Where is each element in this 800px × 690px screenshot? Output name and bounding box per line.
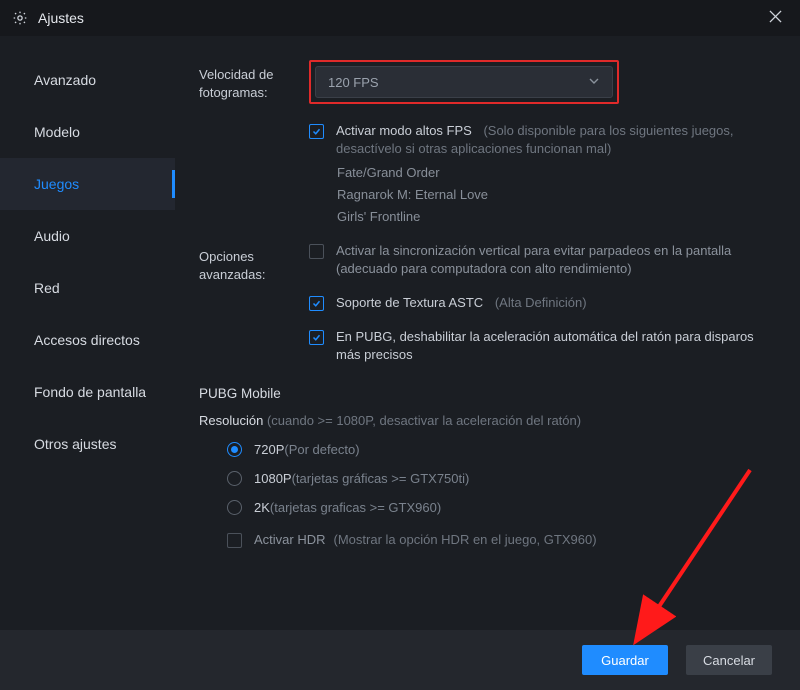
sidebar-item-label: Modelo — [34, 124, 80, 140]
resolution-1080p-hint: (tarjetas gráficas >= GTX750ti) — [292, 471, 470, 486]
resolution-1080p-radio[interactable] — [227, 471, 242, 486]
highfps-block: Activar modo altos FPS (Solo disponible … — [309, 122, 776, 228]
fps-select-value: 120 FPS — [328, 75, 379, 90]
fps-select[interactable]: 120 FPS — [315, 66, 613, 98]
highfps-game: Fate/Grand Order — [337, 162, 776, 184]
sidebar: Avanzado Modelo Juegos Audio Red Accesos… — [0, 36, 175, 630]
astc-hint: (Alta Definición) — [495, 295, 587, 310]
astc-checkbox[interactable] — [309, 296, 324, 311]
hdr-hint: (Mostrar la opción HDR en el juego, GTX9… — [334, 532, 597, 547]
sidebar-item-red[interactable]: Red — [0, 262, 175, 314]
sidebar-item-label: Juegos — [34, 176, 79, 192]
advanced-label: Opciones avanzadas: — [199, 242, 309, 284]
fps-row: Velocidad de fotogramas: 120 FPS — [199, 60, 776, 104]
gear-icon — [12, 10, 28, 26]
main-body: Avanzado Modelo Juegos Audio Red Accesos… — [0, 36, 800, 630]
sidebar-item-label: Avanzado — [34, 72, 96, 88]
resolution-2k-label: 2K — [254, 500, 270, 515]
fps-label: Velocidad de fotogramas: — [199, 60, 309, 102]
astc-label: Soporte de Textura ASTC — [336, 295, 483, 310]
pubg-mouse-line[interactable]: En PUBG, deshabilitar la aceleración aut… — [309, 328, 776, 364]
chevron-down-icon — [588, 75, 600, 90]
window-title: Ajustes — [38, 10, 84, 26]
advanced-row: Opciones avanzadas: Activar la sincroniz… — [199, 242, 776, 368]
sidebar-item-modelo[interactable]: Modelo — [0, 106, 175, 158]
pubg-resolution-hint: (cuando >= 1080P, desactivar la acelerac… — [267, 413, 581, 428]
cancel-button-label: Cancelar — [703, 653, 755, 668]
titlebar: Ajustes — [0, 0, 800, 36]
pubg-resolution-caption: Resolución (cuando >= 1080P, desactivar … — [199, 413, 776, 428]
pubg-section-title: PUBG Mobile — [199, 386, 776, 401]
sidebar-item-fondo[interactable]: Fondo de pantalla — [0, 366, 175, 418]
pubg-resolution-label: Resolución — [199, 413, 263, 428]
vsync-line[interactable]: Activar la sincronización vertical para … — [309, 242, 776, 278]
sidebar-item-label: Accesos directos — [34, 332, 140, 348]
sidebar-item-otros[interactable]: Otros ajustes — [0, 418, 175, 470]
resolution-720p-radio[interactable] — [227, 442, 242, 457]
resolution-720p-label: 720P — [254, 442, 284, 457]
save-button[interactable]: Guardar — [582, 645, 668, 675]
vsync-checkbox[interactable] — [309, 244, 324, 259]
sidebar-item-label: Red — [34, 280, 60, 296]
sidebar-item-avanzado[interactable]: Avanzado — [0, 54, 175, 106]
resolution-1080p-label: 1080P — [254, 471, 292, 486]
sidebar-item-label: Fondo de pantalla — [34, 384, 146, 400]
highfps-game: Ragnarok M: Eternal Love — [337, 184, 776, 206]
resolution-1080p-line[interactable]: 1080P(tarjetas gráficas >= GTX750ti) — [227, 471, 776, 486]
resolution-720p-line[interactable]: 720P(Por defecto) — [227, 442, 776, 457]
hdr-checkbox[interactable] — [227, 533, 242, 548]
sidebar-item-label: Audio — [34, 228, 70, 244]
resolution-2k-hint: (tarjetas graficas >= GTX960) — [270, 500, 441, 515]
highfps-games-list: Fate/Grand Order Ragnarok M: Eternal Lov… — [337, 162, 776, 228]
highfps-label: Activar modo altos FPS — [336, 123, 472, 138]
resolution-720p-hint: (Por defecto) — [284, 442, 359, 457]
fps-select-highlight: 120 FPS — [309, 60, 619, 104]
vsync-label: Activar la sincronización vertical para … — [336, 242, 776, 278]
cancel-button[interactable]: Cancelar — [686, 645, 772, 675]
sidebar-item-label: Otros ajustes — [34, 436, 116, 452]
highfps-checkbox[interactable] — [309, 124, 324, 139]
pubg-mouse-checkbox[interactable] — [309, 330, 324, 345]
sidebar-item-juegos[interactable]: Juegos — [0, 158, 175, 210]
footer: Guardar Cancelar — [0, 630, 800, 690]
hdr-line[interactable]: Activar HDR (Mostrar la opción HDR en el … — [227, 531, 776, 549]
hdr-label: Activar HDR — [254, 532, 326, 547]
highfps-check-line[interactable]: Activar modo altos FPS (Solo disponible … — [309, 122, 776, 158]
pubg-mouse-label: En PUBG, deshabilitar la aceleración aut… — [336, 328, 776, 364]
astc-line[interactable]: Soporte de Textura ASTC (Alta Definición… — [309, 294, 776, 312]
close-icon[interactable] — [763, 6, 788, 30]
save-button-label: Guardar — [601, 653, 649, 668]
settings-content: Velocidad de fotogramas: 120 FPS — [175, 36, 800, 630]
resolution-2k-radio[interactable] — [227, 500, 242, 515]
highfps-game: Girls' Frontline — [337, 206, 776, 228]
sidebar-item-accesos[interactable]: Accesos directos — [0, 314, 175, 366]
resolution-2k-line[interactable]: 2K(tarjetas graficas >= GTX960) — [227, 500, 776, 515]
sidebar-item-audio[interactable]: Audio — [0, 210, 175, 262]
